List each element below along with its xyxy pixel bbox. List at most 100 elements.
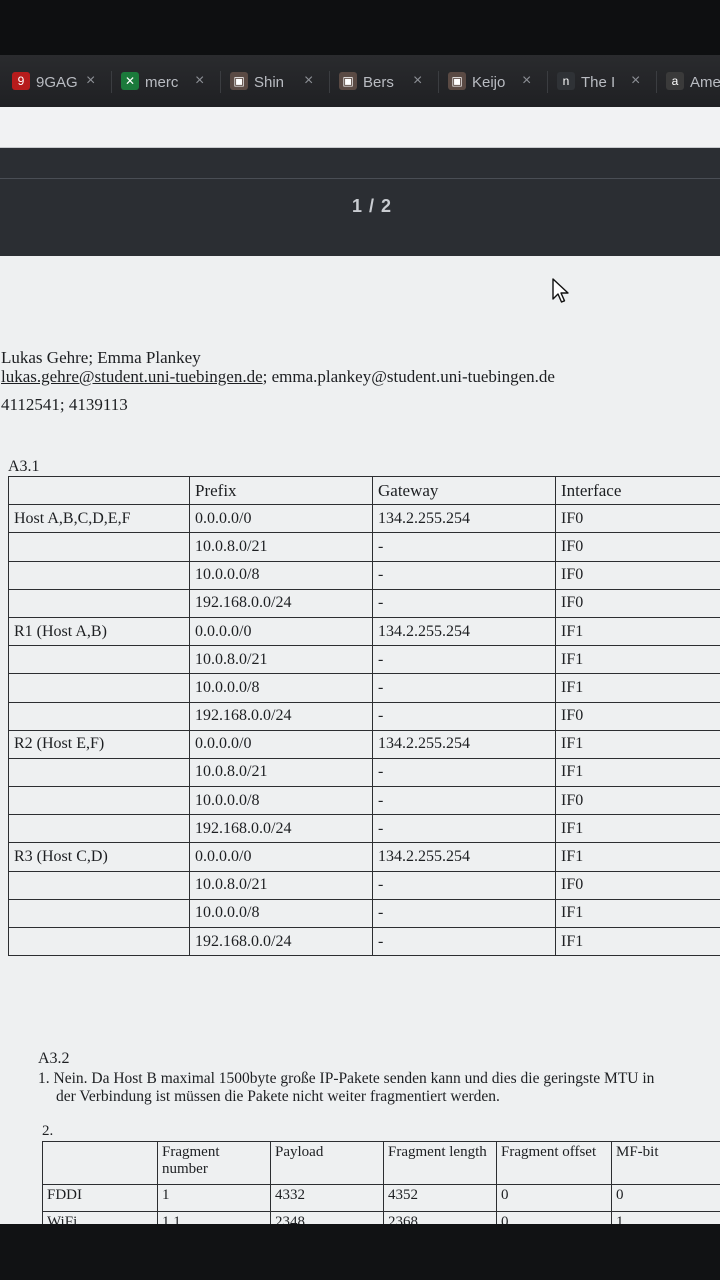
spreadsheet-icon: ✕ bbox=[121, 72, 139, 90]
prefix-cell: 0.0.0.0/0 bbox=[189, 616, 373, 647]
fragment-table-row: FDDI 1 4332 4352 0 0 bbox=[42, 1184, 720, 1212]
interface-cell: IF0 bbox=[555, 870, 720, 900]
email-link-1[interactable]: lukas.gehre@student.uni-tuebingen.de bbox=[1, 367, 263, 386]
browser-toolbar bbox=[0, 107, 720, 148]
prefix-cell: 0.0.0.0/0 bbox=[189, 729, 373, 759]
routing-table-row: 10.0.8.0/21- IF1 bbox=[8, 757, 720, 788]
gateway-cell: - bbox=[372, 645, 556, 675]
routing-table-row: 10.0.8.0/21- IF0 bbox=[8, 532, 720, 562]
gateway-cell: 134.2.255.254 bbox=[372, 729, 556, 759]
interface-cell: IF0 bbox=[555, 532, 720, 562]
fragment-column-header: Payload bbox=[270, 1141, 384, 1185]
routing-table: Prefix Gateway Interface Host A,B,C,D,E,… bbox=[8, 475, 720, 957]
document-page[interactable]: Lukas Gehre; Emma Plankey lukas.gehre@st… bbox=[0, 256, 720, 1239]
interface-cell: IF0 bbox=[555, 560, 720, 590]
host-cell: R1 (Host A,B) bbox=[8, 616, 190, 647]
tab-title: merc bbox=[145, 74, 179, 91]
total-pages: 2 bbox=[381, 196, 393, 216]
browser-tab[interactable]: 9 9GAG × bbox=[8, 67, 112, 97]
author-names: Lukas Gehre; Emma Plankey bbox=[1, 348, 201, 367]
interface-cell: IF1 bbox=[555, 757, 720, 788]
current-page: 1 bbox=[351, 196, 363, 216]
interface-cell: IF1 bbox=[555, 645, 720, 675]
gateway-cell: 134.2.255.254 bbox=[372, 504, 556, 534]
close-tab-icon[interactable]: × bbox=[413, 72, 422, 90]
fragment-table-header-row: Fragment number Payload Fragment length … bbox=[42, 1141, 720, 1185]
gateway-cell: - bbox=[372, 898, 556, 929]
host-cell bbox=[8, 926, 190, 957]
fragment-number-cell: 1 bbox=[157, 1184, 271, 1212]
fragment-length-cell: 4352 bbox=[383, 1184, 497, 1212]
routing-table-row: 192.168.0.0/24- IF0 bbox=[8, 701, 720, 731]
routing-table-row: R1 (Host A,B) 0.0.0.0/0 134.2.255.254 IF1 bbox=[8, 616, 720, 647]
section-heading-a32: A3.2 bbox=[38, 1050, 70, 1067]
gateway-cell: - bbox=[372, 673, 556, 703]
gateway-cell: - bbox=[372, 532, 556, 562]
column-header-host bbox=[8, 475, 190, 506]
prefix-cell: 10.0.8.0/21 bbox=[189, 532, 373, 562]
gateway-cell: - bbox=[372, 757, 556, 788]
gateway-cell: - bbox=[372, 814, 556, 844]
routing-table-row: 10.0.0.0/8- IF1 bbox=[8, 898, 720, 929]
browser-tab[interactable]: ▣ Bers × bbox=[335, 67, 439, 97]
host-cell bbox=[8, 814, 190, 844]
fragment-offset-cell: 0 bbox=[496, 1184, 612, 1212]
screen: 9 9GAG × ✕ merc × ▣ Shin × ▣ Bers × ▣ Keijo × n The I × a A… bbox=[0, 0, 720, 1280]
prefix-cell: 10.0.8.0/21 bbox=[189, 870, 373, 900]
host-cell bbox=[8, 870, 190, 900]
host-cell bbox=[8, 532, 190, 562]
fragment-column-header: Fragment number bbox=[157, 1141, 271, 1185]
browser-tab[interactable]: ▣ Keijo × bbox=[444, 67, 548, 97]
prefix-cell: 10.0.8.0/21 bbox=[189, 645, 373, 675]
viewer-divider bbox=[0, 178, 720, 179]
tab-title: Shin bbox=[254, 74, 285, 91]
close-tab-icon[interactable]: × bbox=[522, 72, 531, 90]
amazon-icon: a bbox=[666, 72, 684, 90]
host-cell bbox=[8, 898, 190, 929]
9gag-icon: 9 bbox=[12, 72, 30, 90]
prefix-cell: 10.0.0.0/8 bbox=[189, 786, 373, 816]
host-cell bbox=[8, 701, 190, 731]
gateway-cell: - bbox=[372, 870, 556, 900]
prefix-cell: 192.168.0.0/24 bbox=[189, 588, 373, 618]
mf-bit-cell: 0 bbox=[611, 1184, 720, 1212]
prefix-cell: 10.0.8.0/21 bbox=[189, 757, 373, 788]
answer-1-line-1: 1. Nein. Da Host B maximal 1500byte groß… bbox=[38, 1070, 655, 1087]
routing-table-row: 192.168.0.0/24- IF1 bbox=[8, 814, 720, 844]
close-tab-icon[interactable]: × bbox=[86, 72, 95, 90]
browser-tab[interactable]: ▣ Shin × bbox=[226, 67, 330, 97]
student-ids: 4112541; 4139113 bbox=[1, 395, 128, 414]
browser-tab-strip: 9 9GAG × ✕ merc × ▣ Shin × ▣ Bers × ▣ Keijo × n The I × a A… bbox=[0, 55, 720, 107]
browser-tab[interactable]: n The I × bbox=[553, 67, 657, 97]
close-tab-icon[interactable]: × bbox=[304, 72, 313, 90]
routing-table-header-row: Prefix Gateway Interface bbox=[8, 475, 720, 506]
host-cell bbox=[8, 673, 190, 703]
tab-title: Keijo bbox=[472, 74, 506, 91]
email-separator: ; bbox=[262, 367, 268, 386]
routing-table-row: 192.168.0.0/24- IF1 bbox=[8, 926, 720, 957]
routing-table-row: R3 (Host C,D) 0.0.0.0/0 134.2.255.254 IF1 bbox=[8, 842, 720, 872]
host-cell: R3 (Host C,D) bbox=[8, 842, 190, 872]
column-header-gateway: Gateway bbox=[372, 475, 556, 506]
gateway-cell: - bbox=[372, 926, 556, 957]
gateway-cell: - bbox=[372, 786, 556, 816]
gateway-cell: - bbox=[372, 701, 556, 731]
screen-bottom-edge bbox=[0, 1224, 720, 1280]
routing-table-row: 10.0.8.0/21- IF1 bbox=[8, 645, 720, 675]
prefix-cell: 192.168.0.0/24 bbox=[189, 814, 373, 844]
interface-cell: IF1 bbox=[555, 616, 720, 647]
image-icon: ▣ bbox=[230, 72, 248, 90]
prefix-cell: 10.0.0.0/8 bbox=[189, 560, 373, 590]
mouse-pointer-icon bbox=[552, 278, 569, 303]
routing-table-row: 10.0.0.0/8- IF1 bbox=[8, 673, 720, 703]
column-header-prefix: Prefix bbox=[189, 475, 373, 506]
browser-tab[interactable]: ✕ merc × bbox=[117, 67, 221, 97]
interface-cell: IF1 bbox=[555, 926, 720, 957]
interface-cell: IF1 bbox=[555, 729, 720, 759]
prefix-cell: 10.0.0.0/8 bbox=[189, 898, 373, 929]
interface-cell: IF0 bbox=[555, 504, 720, 534]
close-tab-icon[interactable]: × bbox=[631, 72, 640, 90]
prefix-cell: 192.168.0.0/24 bbox=[189, 701, 373, 731]
browser-tab[interactable]: a Ame bbox=[662, 67, 720, 97]
close-tab-icon[interactable]: × bbox=[195, 72, 204, 90]
